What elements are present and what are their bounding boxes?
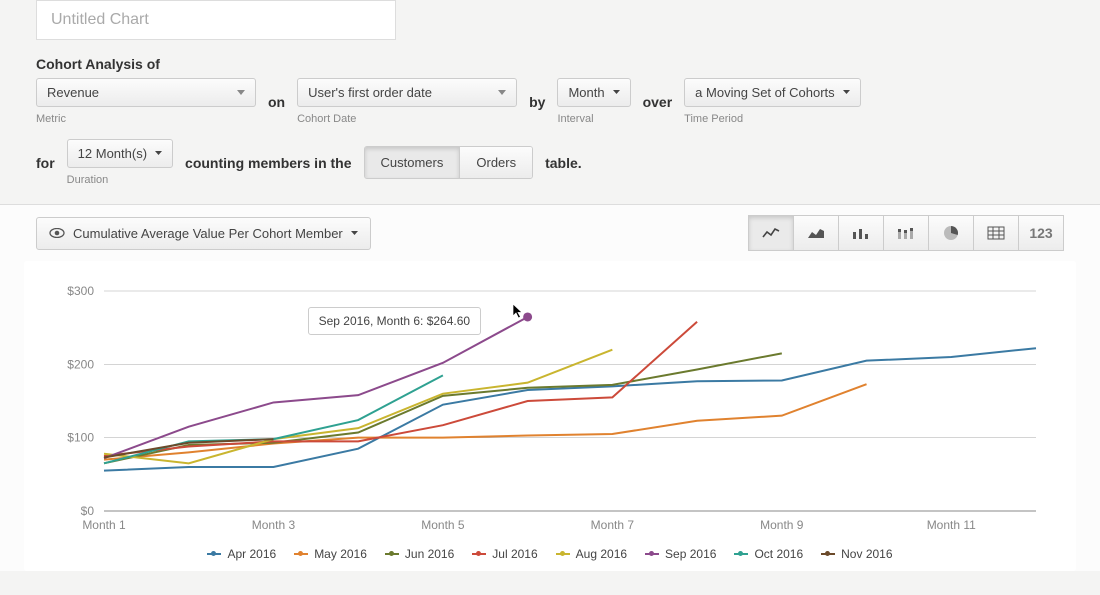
legend-item[interactable]: Sep 2016 bbox=[645, 547, 716, 561]
legend-label: Apr 2016 bbox=[227, 547, 276, 561]
interval-dropdown[interactable]: Month bbox=[557, 78, 630, 107]
stacked-bar-chart-icon[interactable] bbox=[883, 215, 929, 251]
chevron-down-icon bbox=[237, 90, 245, 96]
legend-swatch bbox=[734, 553, 748, 555]
orders-segment-button[interactable]: Orders bbox=[460, 147, 532, 178]
legend-swatch bbox=[556, 553, 570, 555]
eye-icon bbox=[49, 226, 65, 241]
legend-label: Aug 2016 bbox=[576, 547, 627, 561]
legend-label: May 2016 bbox=[314, 547, 367, 561]
svg-text:Month 1: Month 1 bbox=[82, 518, 126, 532]
table-segment: Customers Orders bbox=[364, 146, 534, 179]
counting-label: counting members in the bbox=[185, 155, 351, 171]
legend-item[interactable]: Oct 2016 bbox=[734, 547, 803, 561]
legend-item[interactable]: Aug 2016 bbox=[556, 547, 627, 561]
chart-title-input[interactable] bbox=[36, 0, 396, 40]
caret-down-icon bbox=[351, 231, 358, 236]
interval-value: Month bbox=[568, 85, 604, 100]
metric-sublabel: Metric bbox=[36, 113, 256, 125]
time-period-dropdown[interactable]: a Moving Set of Cohorts bbox=[684, 78, 860, 107]
svg-text:Month 3: Month 3 bbox=[252, 518, 296, 532]
legend-swatch bbox=[385, 553, 399, 555]
cohort-line-chart: $0 $100 $200 $300 Month 1 Month 3 Month 5 Month… bbox=[44, 281, 1056, 541]
cohort-analysis-label: Cohort Analysis of bbox=[36, 56, 1064, 72]
legend-item[interactable]: May 2016 bbox=[294, 547, 367, 561]
legend-item[interactable]: Jun 2016 bbox=[385, 547, 454, 561]
svg-text:Month 11: Month 11 bbox=[927, 518, 976, 532]
legend-label: Jun 2016 bbox=[405, 547, 454, 561]
on-word: on bbox=[268, 94, 285, 110]
area-chart-icon[interactable] bbox=[793, 215, 839, 251]
interval-sublabel: Interval bbox=[557, 113, 630, 125]
svg-text:Month 9: Month 9 bbox=[760, 518, 804, 532]
for-word: for bbox=[36, 155, 55, 171]
chart-metric-value: Cumulative Average Value Per Cohort Memb… bbox=[73, 226, 343, 241]
pie-chart-icon[interactable] bbox=[928, 215, 974, 251]
time-period-sublabel: Time Period bbox=[684, 113, 860, 125]
over-word: over bbox=[643, 94, 673, 110]
metric-dropdown[interactable]: Revenue bbox=[36, 78, 256, 107]
legend-label: Sep 2016 bbox=[665, 547, 716, 561]
svg-text:$100: $100 bbox=[67, 431, 94, 445]
svg-text:$300: $300 bbox=[67, 284, 94, 298]
table-icon[interactable] bbox=[973, 215, 1019, 251]
time-period-value: a Moving Set of Cohorts bbox=[695, 85, 834, 100]
caret-down-icon bbox=[613, 90, 620, 95]
customers-segment-button[interactable]: Customers bbox=[365, 147, 461, 178]
chart-type-toolbar: 123 bbox=[749, 215, 1064, 251]
legend-swatch bbox=[294, 553, 308, 555]
by-word: by bbox=[529, 94, 545, 110]
duration-value: 12 Month(s) bbox=[78, 146, 147, 161]
chart-metric-dropdown[interactable]: Cumulative Average Value Per Cohort Memb… bbox=[36, 217, 371, 250]
legend-label: Oct 2016 bbox=[754, 547, 803, 561]
legend-item[interactable]: Jul 2016 bbox=[472, 547, 537, 561]
chart-tooltip: Sep 2016, Month 6: $264.60 bbox=[308, 307, 481, 335]
legend-item[interactable]: Apr 2016 bbox=[207, 547, 276, 561]
line-chart-icon[interactable] bbox=[748, 215, 794, 251]
svg-text:Month 7: Month 7 bbox=[591, 518, 635, 532]
svg-text:$200: $200 bbox=[67, 357, 94, 371]
chevron-down-icon bbox=[498, 90, 506, 96]
svg-text:Month 5: Month 5 bbox=[421, 518, 465, 532]
cohort-date-dropdown[interactable]: User's first order date bbox=[297, 78, 517, 107]
metric-value: Revenue bbox=[47, 85, 99, 100]
cohort-date-sublabel: Cohort Date bbox=[297, 113, 517, 125]
legend-label: Nov 2016 bbox=[841, 547, 892, 561]
bar-chart-icon[interactable] bbox=[838, 215, 884, 251]
svg-text:$0: $0 bbox=[81, 504, 95, 518]
cohort-date-value: User's first order date bbox=[308, 85, 432, 100]
duration-sublabel: Duration bbox=[67, 174, 173, 186]
caret-down-icon bbox=[843, 90, 850, 95]
legend-swatch bbox=[821, 553, 835, 555]
legend-swatch bbox=[207, 553, 221, 555]
number-view-button[interactable]: 123 bbox=[1018, 215, 1064, 251]
legend-swatch bbox=[472, 553, 486, 555]
caret-down-icon bbox=[155, 151, 162, 156]
legend-label: Jul 2016 bbox=[492, 547, 537, 561]
legend-item[interactable]: Nov 2016 bbox=[821, 547, 892, 561]
chart-legend: Apr 2016 May 2016 Jun 2016 Jul 2016 Aug 2016… bbox=[44, 541, 1056, 561]
table-word: table. bbox=[545, 155, 582, 171]
duration-dropdown[interactable]: 12 Month(s) bbox=[67, 139, 173, 168]
legend-swatch bbox=[645, 553, 659, 555]
